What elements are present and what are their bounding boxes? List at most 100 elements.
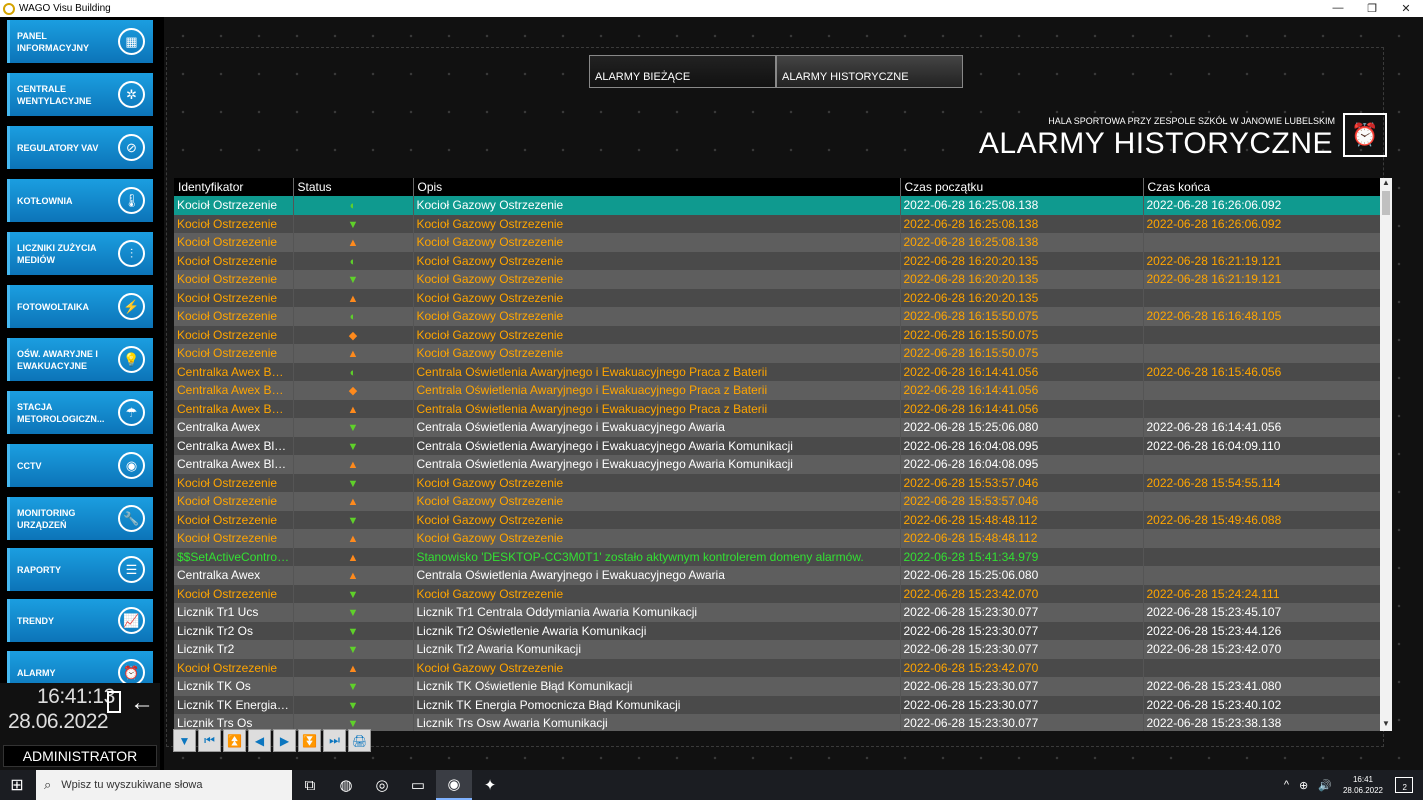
table-row[interactable]: Kocioł Ostrzezenie ▲ Kocioł Gazowy Ostrzez… <box>174 344 1381 363</box>
sidebar-item-9[interactable]: MONITORING URZĄDZEŃ 🔧 <box>7 497 153 540</box>
table-row[interactable]: Centralka Awex Bat... ◆ Centrala Oświetlen… <box>174 381 1381 400</box>
table-row[interactable]: Centralka Awex Bla... ▼ Centrala Oświetlen… <box>174 436 1381 455</box>
sidebar-item-3[interactable]: KOTŁOWNIA 🌡 <box>7 179 153 222</box>
tray-chevron-icon[interactable]: ^ <box>1284 779 1289 791</box>
firefox-icon[interactable]: ◍ <box>328 770 364 800</box>
table-row[interactable]: Centralka Awex Bat... ◐ Centrala Oświetlen… <box>174 362 1381 381</box>
table-row[interactable]: Kocioł Ostrzezenie ▲ Kocioł Gazowy Ostrzez… <box>174 233 1381 252</box>
table-row[interactable]: Centralka Awex Bla... ▲ Centrala Oświetlen… <box>174 455 1381 474</box>
wago-app-icon[interactable]: ◉ <box>436 770 472 800</box>
table-row[interactable]: Kocioł Ostrzezenie ▲ Kocioł Gazowy Ostrzez… <box>174 288 1381 307</box>
table-row[interactable]: Licznik TK Energia ... ▼ Licznik TK Energi… <box>174 695 1381 714</box>
table-row[interactable]: Centralka Awex ▲ Centrala Oświetlenia Awar… <box>174 566 1381 585</box>
cell-opis: Kocioł Gazowy Ostrzezenie <box>413 196 901 215</box>
restore-icon[interactable]: ❐ <box>1355 2 1389 15</box>
last-page-icon[interactable]: ⏭ <box>323 729 346 752</box>
table-row[interactable]: Kocioł Ostrzezenie ▲ Kocioł Gazowy Ostrzez… <box>174 529 1381 548</box>
app-icon[interactable]: ✦ <box>472 770 508 800</box>
taskbar-search[interactable]: ⌕ Wpisz tu wyszukiwane słowa <box>36 770 292 800</box>
table-row[interactable]: Licznik TK Os ▼ Licznik TK Oświetlenie Błą… <box>174 677 1381 696</box>
tab-current-alarms[interactable]: ALARMY BIEŻĄCE <box>589 55 776 88</box>
next-icon[interactable]: ▶ <box>273 729 296 752</box>
status-cell: ◐ <box>293 362 414 381</box>
table-row[interactable]: Kocioł Ostrzezenie ◆ Kocioł Gazowy Ostrzez… <box>174 325 1381 344</box>
table-row[interactable]: Centralka Awex Bat... ▲ Centrala Oświetlen… <box>174 399 1381 418</box>
table-row[interactable]: Kocioł Ostrzezenie ▼ Kocioł Gazowy Ostrzez… <box>174 584 1381 603</box>
table-row[interactable]: Licznik Tr2 ▼ Licznik Tr2 Awaria Komunikac… <box>174 640 1381 659</box>
table-row[interactable]: Centralka Awex ▼ Centrala Oświetlenia Awar… <box>174 418 1381 437</box>
table-row[interactable]: Licznik Tr2 Os ▼ Licznik Tr2 Oświetlenie A… <box>174 621 1381 640</box>
sidebar-item-0[interactable]: PANEL INFORMACYJNY ▦ <box>7 20 153 63</box>
status-ack-icon: ◐ <box>349 200 357 213</box>
column-header[interactable]: Identyfikator <box>174 178 294 196</box>
prev-icon[interactable]: ◀ <box>248 729 271 752</box>
status-cell: ▼ <box>293 621 414 640</box>
table-row[interactable]: Kocioł Ostrzezenie ▼ Kocioł Gazowy Ostrzez… <box>174 473 1381 492</box>
status-down-icon: ▼ <box>347 681 359 694</box>
network-icon[interactable]: ⊕ <box>1299 779 1308 792</box>
sidebar-item-6[interactable]: OŚW. AWARYJNE I EWAKUACYJNE 💡 <box>7 338 153 381</box>
page-down-icon[interactable]: ⏬ <box>298 729 321 752</box>
table-row[interactable]: Kocioł Ostrzezenie ◐ Kocioł Gazowy Ostrzez… <box>174 196 1381 215</box>
logout-door-icon[interactable] <box>107 691 121 713</box>
column-header[interactable]: Status <box>293 178 414 196</box>
cell-start: 2022-06-28 16:15:50.075 <box>900 325 1144 344</box>
column-header[interactable]: Opis <box>413 178 901 196</box>
sidebar-item-7[interactable]: STACJA METOROLOGICZN... ☂ <box>7 391 153 434</box>
status-cell: ▼ <box>293 473 414 492</box>
status-cell: ▲ <box>293 658 414 677</box>
filter-icon[interactable]: ▼ <box>173 729 196 752</box>
sidebar-item-10[interactable]: RAPORTY ☰ <box>7 548 153 591</box>
task-view-icon[interactable]: ⧉ <box>292 770 328 800</box>
minimize-icon[interactable]: — <box>1321 2 1355 15</box>
sidebar-item-4[interactable]: LICZNIKI ZUŻYCIA MEDIÓW ⫶ <box>7 232 153 275</box>
table-row[interactable]: $$SetActiveControl... ▲ Stanowisko 'DESKTO… <box>174 547 1381 566</box>
cell-opis: Kocioł Gazowy Ostrzezenie <box>413 270 901 289</box>
scroll-thumb[interactable] <box>1382 191 1390 215</box>
sidebar-item-8[interactable]: CCTV ◉ <box>7 444 153 487</box>
status-down-icon: ▼ <box>347 477 359 490</box>
notification-icon[interactable]: 2 <box>1395 777 1413 793</box>
scroll-up-icon[interactable]: ▲ <box>1380 178 1392 190</box>
window-titlebar: WAGO Visu Building — ❐ ✕ <box>0 0 1423 17</box>
column-header[interactable]: Czas początku <box>900 178 1144 196</box>
status-cell: ▲ <box>293 492 414 511</box>
sidebar-item-11[interactable]: TRENDY 📈 <box>7 599 153 642</box>
cell-id: Kocioł Ostrzezenie <box>174 233 294 252</box>
page-up-icon[interactable]: ⏫ <box>223 729 246 752</box>
close-icon[interactable]: ✕ <box>1389 2 1423 15</box>
taskbar-clock[interactable]: 16:41 28.06.2022 <box>1343 774 1383 796</box>
sidebar-item-1[interactable]: CENTRALE WENTYLACYJNE ✲ <box>7 73 153 116</box>
cell-end: 2022-06-28 16:14:41.056 <box>1143 418 1381 437</box>
back-arrow-icon[interactable]: ← <box>130 689 154 717</box>
camera-icon: ◉ <box>118 452 145 479</box>
table-row[interactable]: Kocioł Ostrzezenie ◐ Kocioł Gazowy Ostrzez… <box>174 251 1381 270</box>
cell-end <box>1143 529 1381 548</box>
volume-icon[interactable]: 🔊 <box>1318 779 1332 792</box>
table-row[interactable]: Kocioł Ostrzezenie ▼ Kocioł Gazowy Ostrzez… <box>174 214 1381 233</box>
chrome-icon[interactable]: ◎ <box>364 770 400 800</box>
sidebar-item-5[interactable]: FOTOWOLTAIKA ⚡ <box>7 285 153 328</box>
cell-id: Kocioł Ostrzezenie <box>174 492 294 511</box>
file-explorer-icon[interactable]: ▭ <box>400 770 436 800</box>
print-icon[interactable]: 🖨 <box>348 729 371 752</box>
table-row[interactable]: Kocioł Ostrzezenie ▼ Kocioł Gazowy Ostrzez… <box>174 510 1381 529</box>
table-row[interactable]: Licznik Tr1 Ucs ▼ Licznik Tr1 Centrala Odd… <box>174 603 1381 622</box>
table-row[interactable]: Kocioł Ostrzezenie ▲ Kocioł Gazowy Ostrzez… <box>174 492 1381 511</box>
scroll-down-icon[interactable]: ▼ <box>1380 719 1392 731</box>
cell-start: 2022-06-28 15:23:42.070 <box>900 584 1144 603</box>
table-scrollbar[interactable]: ▲ ▼ <box>1380 178 1392 731</box>
tab-historical-alarms[interactable]: ALARMY HISTORYCZNE <box>776 55 963 88</box>
table-row[interactable]: Kocioł Ostrzezenie ▲ Kocioł Gazowy Ostrzez… <box>174 658 1381 677</box>
table-row[interactable]: Kocioł Ostrzezenie ▼ Kocioł Gazowy Ostrzez… <box>174 270 1381 289</box>
windows-start-icon[interactable]: ⊞ <box>0 770 34 800</box>
status-up-icon: ▲ <box>347 292 359 305</box>
sidebar-item-2[interactable]: REGULATORY VAV ⊘ <box>7 126 153 169</box>
first-page-icon[interactable]: ⏮ <box>198 729 221 752</box>
cell-id: Licznik TK Energia ... <box>174 695 294 714</box>
table-row[interactable]: Kocioł Ostrzezenie ◐ Kocioł Gazowy Ostrzez… <box>174 307 1381 326</box>
status-cell: ◐ <box>293 307 414 326</box>
column-header[interactable]: Czas końca <box>1143 178 1381 196</box>
cell-start: 2022-06-28 15:48:48.112 <box>900 529 1144 548</box>
cell-id: Centralka Awex Bat... <box>174 362 294 381</box>
